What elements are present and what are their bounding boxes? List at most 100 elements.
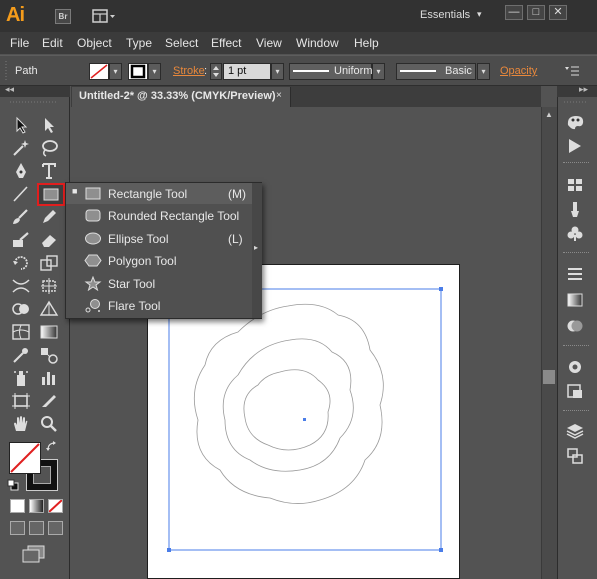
variable-width-profile[interactable]: Uniform [289, 63, 373, 80]
draw-normal-button[interactable] [10, 521, 25, 535]
draw-behind-button[interactable] [29, 521, 44, 535]
blend-tool-icon[interactable] [38, 345, 60, 365]
menu-edit[interactable]: Edit [42, 36, 63, 50]
width-tool-icon[interactable] [10, 276, 32, 296]
lasso-tool-icon[interactable] [38, 138, 60, 158]
stroke-weight-stepper[interactable] [210, 63, 222, 80]
column-graph-tool-icon[interactable] [38, 368, 60, 388]
swap-fill-stroke-icon[interactable] [46, 441, 58, 453]
fill-color-front[interactable] [9, 442, 41, 474]
menu-object[interactable]: Object [77, 36, 112, 50]
brush-definition[interactable]: Basic [396, 63, 476, 80]
free-transform-tool-icon[interactable] [38, 276, 60, 296]
selection-tool-icon[interactable] [10, 115, 32, 135]
menu-type[interactable]: Type [126, 36, 152, 50]
fill-dropdown-chevron-icon[interactable]: ▾ [109, 63, 122, 80]
tools-panel-header[interactable]: ◂◂ [0, 84, 70, 97]
zoom-tool-icon[interactable] [38, 414, 60, 434]
gradient-mode-button[interactable] [29, 499, 44, 513]
screen-mode-icon[interactable] [22, 545, 46, 563]
close-tab-icon[interactable]: × [276, 90, 282, 101]
pen-tool-icon[interactable] [10, 161, 32, 181]
symbol-sprayer-tool-icon[interactable] [10, 368, 32, 388]
artwork[interactable] [160, 280, 460, 565]
pencil-tool-icon[interactable] [38, 207, 60, 227]
minimize-button[interactable]: — [505, 5, 523, 20]
close-window-button[interactable]: ✕ [549, 5, 567, 20]
colon-label: : [204, 65, 208, 77]
menu-view[interactable]: View [256, 36, 282, 50]
symbols-panel-icon[interactable] [565, 224, 585, 242]
collapse-icon[interactable]: ◂◂ [5, 84, 14, 95]
menu-select[interactable]: Select [165, 36, 198, 50]
shape-builder-tool-icon[interactable] [10, 299, 32, 319]
arrange-documents-icon[interactable] [92, 9, 116, 24]
layers-panel-icon[interactable] [565, 422, 585, 440]
menu-window[interactable]: Window [296, 36, 339, 50]
magic-wand-tool-icon[interactable] [10, 138, 32, 158]
brushes-panel-icon[interactable] [565, 200, 585, 218]
blob-brush-tool-icon[interactable] [10, 230, 32, 250]
direct-selection-tool-icon[interactable] [38, 115, 60, 135]
flyout-item-rectangle[interactable]: ■ Rectangle Tool (M) [66, 183, 255, 204]
mesh-tool-icon[interactable] [10, 322, 32, 342]
rectangle-tool-icon[interactable] [37, 183, 65, 206]
graphic-styles-panel-icon[interactable] [565, 382, 585, 400]
rotate-tool-icon[interactable] [10, 253, 32, 273]
workspace-switcher[interactable]: Essentials [420, 9, 470, 21]
maximize-button[interactable]: □ [527, 5, 545, 20]
transparency-panel-icon[interactable] [565, 317, 585, 335]
rounded-rectangle-icon [85, 209, 101, 222]
menu-bar: File Edit Object Type Select Effect View… [0, 32, 597, 54]
menu-effect[interactable]: Effect [211, 36, 241, 50]
panel-dock-header[interactable]: ▸▸ [557, 84, 597, 97]
bridge-button[interactable]: Br [55, 9, 71, 24]
stroke-panel-icon[interactable] [565, 265, 585, 283]
appearance-panel-icon[interactable] [565, 358, 585, 376]
line-segment-tool-icon[interactable] [10, 184, 32, 204]
flyout-item-flare[interactable]: Flare Tool [66, 295, 255, 316]
chevron-down-icon[interactable]: ▾ [477, 9, 482, 20]
gradient-tool-icon[interactable] [38, 322, 60, 342]
menu-help[interactable]: Help [354, 36, 379, 50]
scale-tool-icon[interactable] [38, 253, 60, 273]
flyout-item-rounded-rectangle[interactable]: Rounded Rectangle Tool [66, 205, 255, 226]
perspective-grid-tool-icon[interactable] [38, 299, 60, 319]
paintbrush-tool-icon[interactable] [10, 207, 32, 227]
color-mode-button[interactable] [10, 499, 25, 513]
color-panel-icon[interactable] [565, 113, 585, 131]
flyout-item-ellipse[interactable]: Ellipse Tool (L) [66, 228, 255, 249]
default-fill-stroke-icon[interactable] [7, 479, 19, 491]
menu-file[interactable]: File [10, 36, 29, 50]
gradient-panel-icon[interactable] [565, 291, 585, 309]
eyedropper-tool-icon[interactable] [10, 345, 32, 365]
flyout-item-star[interactable]: Star Tool [66, 273, 255, 294]
vertical-scrollbar[interactable] [541, 107, 557, 579]
artboards-panel-icon[interactable] [565, 447, 585, 465]
flyout-item-polygon[interactable]: Polygon Tool [66, 250, 255, 271]
none-mode-button[interactable] [48, 499, 63, 513]
tearoff-arrow-icon[interactable]: ▸ [254, 243, 258, 252]
fill-swatch[interactable] [89, 63, 109, 80]
panel-menu-icon[interactable] [564, 65, 580, 77]
color-guide-panel-icon[interactable] [565, 137, 585, 155]
scroll-up-icon[interactable]: ▲ [545, 110, 553, 119]
expand-icon[interactable]: ▸▸ [579, 84, 588, 95]
swatches-panel-icon[interactable] [565, 176, 585, 194]
scrollbar-thumb[interactable] [543, 370, 555, 384]
stroke-panel-link[interactable]: Stroke [173, 65, 205, 77]
stroke-dropdown-chevron-icon[interactable]: ▾ [148, 63, 161, 80]
eraser-tool-icon[interactable] [38, 230, 60, 250]
stroke-swatch[interactable] [128, 63, 148, 80]
opacity-panel-link[interactable]: Opacity [500, 65, 537, 77]
slice-tool-icon[interactable] [38, 391, 60, 411]
artboard-tool-icon[interactable] [10, 391, 32, 411]
type-tool-icon[interactable] [38, 161, 60, 181]
draw-inside-button[interactable] [48, 521, 63, 535]
brush-dropdown-chevron-icon[interactable]: ▾ [477, 63, 490, 80]
hand-tool-icon[interactable] [10, 414, 32, 434]
stroke-weight-field[interactable]: 1 pt [223, 63, 271, 80]
profile-dropdown-chevron-icon[interactable]: ▾ [372, 63, 385, 80]
stroke-weight-dropdown-chevron-icon[interactable]: ▾ [271, 63, 284, 80]
document-tab[interactable]: Untitled-2* @ 33.33% (CMYK/Preview) × [72, 87, 291, 107]
